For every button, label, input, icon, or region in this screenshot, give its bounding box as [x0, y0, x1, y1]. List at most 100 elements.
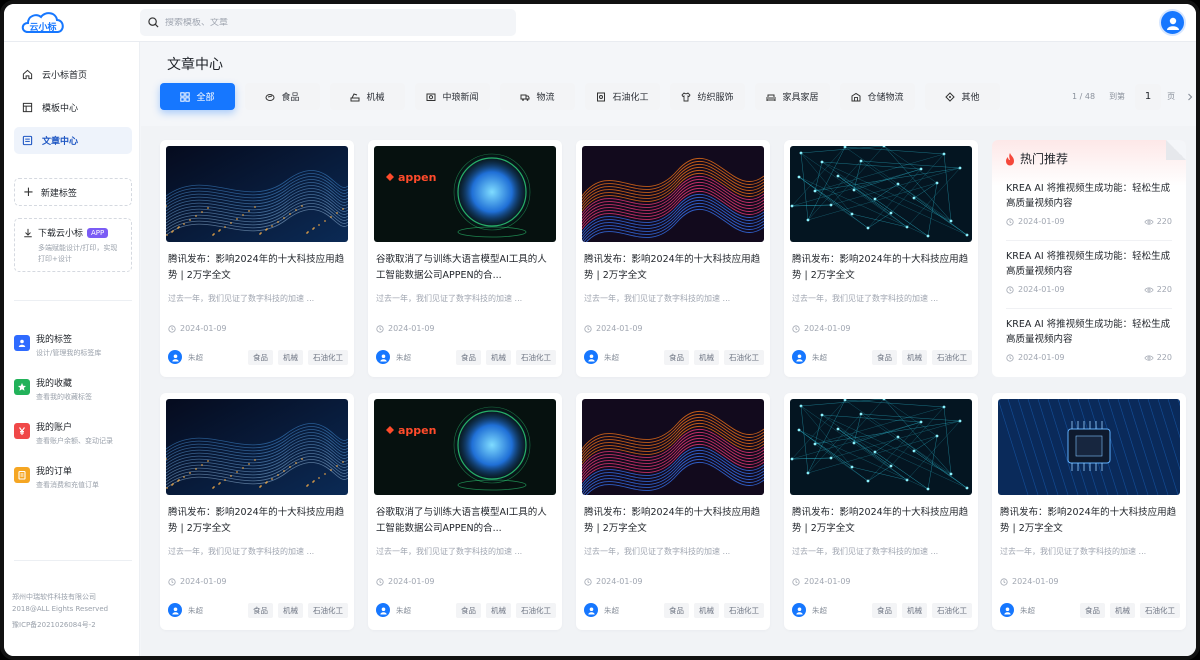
- article-tag[interactable]: 石油化工: [932, 603, 972, 618]
- user-avatar[interactable]: [1159, 9, 1186, 36]
- article-title[interactable]: 腾讯发布：影响2024年的十大科技应用趋势 | 2万字全文: [168, 505, 346, 537]
- article-tag[interactable]: 机械: [278, 350, 303, 365]
- article-tag[interactable]: 石油化工: [308, 603, 348, 618]
- article-card[interactable]: 腾讯发布：影响2024年的十大科技应用趋势 | 2万字全文 过去一年，我们见证了数…: [784, 140, 978, 377]
- article-title[interactable]: 谷歌取消了与训练大语言模型AI工具的人工智能数据公司APPEN的合...: [376, 252, 554, 284]
- article-tag[interactable]: 食品: [248, 350, 273, 365]
- article-tag[interactable]: 食品: [456, 603, 481, 618]
- article-tag[interactable]: 食品: [456, 350, 481, 365]
- link-my-labels[interactable]: 我的标签 设计/管理我的标签库: [14, 332, 132, 364]
- article-tag[interactable]: 食品: [248, 603, 273, 618]
- hot-item[interactable]: KREA AI 将推视频生成功能：轻松生成高质量视频内容 2024-01-09 …: [1006, 181, 1172, 241]
- article-thumbnail[interactable]: appen: [374, 146, 556, 242]
- article-tag[interactable]: 石油化工: [308, 350, 348, 365]
- article-tag[interactable]: 食品: [1080, 603, 1105, 618]
- article-author[interactable]: 朱超: [584, 350, 619, 364]
- tab-food[interactable]: 食品: [245, 83, 320, 110]
- link-my-favorites[interactable]: 我的收藏 查看我的收藏标签: [14, 376, 132, 408]
- article-thumbnail[interactable]: [790, 399, 972, 495]
- search-bar[interactable]: [140, 9, 516, 36]
- article-tag[interactable]: 石油化工: [724, 350, 764, 365]
- page-input[interactable]: [1135, 83, 1162, 110]
- clock-icon: [376, 577, 384, 586]
- article-date: 2024-01-09: [376, 577, 435, 586]
- article-tag[interactable]: 机械: [486, 603, 511, 618]
- link-my-orders[interactable]: 我的订单 查看消费和充值订单: [14, 464, 132, 496]
- tab-warehouse[interactable]: 仓储物流: [840, 83, 915, 110]
- article-card[interactable]: 腾讯发布：影响2024年的十大科技应用趋势 | 2万字全文 过去一年，我们见证了数…: [160, 140, 354, 377]
- article-tag[interactable]: 食品: [664, 350, 689, 365]
- article-thumbnail[interactable]: appen: [374, 399, 556, 495]
- article-title[interactable]: 腾讯发布：影响2024年的十大科技应用趋势 | 2万字全文: [584, 505, 762, 537]
- article-tag[interactable]: 食品: [872, 603, 897, 618]
- article-date: 2024-01-09: [792, 577, 851, 586]
- article-tag[interactable]: 石油化工: [516, 350, 556, 365]
- article-thumbnail[interactable]: [790, 146, 972, 242]
- article-title[interactable]: 腾讯发布：影响2024年的十大科技应用趋势 | 2万字全文: [792, 505, 970, 537]
- article-tag[interactable]: 机械: [902, 350, 927, 365]
- article-tag[interactable]: 食品: [664, 603, 689, 618]
- tab-other[interactable]: 其他: [925, 83, 1000, 110]
- app-window: 云小标 云小标首页 模板中心 文章中心 + 新建标签: [0, 0, 1200, 660]
- article-title[interactable]: 腾讯发布：影响2024年的十大科技应用趋势 | 2万字全文: [168, 252, 346, 284]
- brand-logo[interactable]: 云小标: [18, 8, 68, 38]
- article-card[interactable]: appen 谷歌取消了与训练大语言模型AI工具的人工智能数据公司APPEN的合..…: [368, 140, 562, 377]
- pagination: 1 / 48 到第 页: [1072, 83, 1195, 110]
- article-date-text: 2024-01-09: [388, 324, 435, 333]
- article-card[interactable]: 腾讯发布：影响2024年的十大科技应用趋势 | 2万字全文 过去一年，我们见证了数…: [160, 393, 354, 630]
- tab-all[interactable]: 全部: [160, 83, 235, 110]
- article-card[interactable]: appen 谷歌取消了与训练大语言模型AI工具的人工智能数据公司APPEN的合..…: [368, 393, 562, 630]
- search-input[interactable]: [165, 17, 495, 28]
- article-author[interactable]: 朱超: [376, 603, 411, 617]
- footer-icp[interactable]: 豫ICP备2021026084号-2: [12, 619, 108, 631]
- nav-articles[interactable]: 文章中心: [14, 127, 132, 154]
- article-author[interactable]: 朱超: [1000, 603, 1035, 617]
- article-title[interactable]: 腾讯发布：影响2024年的十大科技应用趋势 | 2万字全文: [584, 252, 762, 284]
- tab-news[interactable]: 中琅新闻: [415, 83, 490, 110]
- article-tag[interactable]: 石油化工: [516, 603, 556, 618]
- tab-logistics[interactable]: 物流: [500, 83, 575, 110]
- article-thumbnail[interactable]: [582, 146, 764, 242]
- article-tag[interactable]: 机械: [486, 350, 511, 365]
- tab-machinery[interactable]: 机械: [330, 83, 405, 110]
- article-author[interactable]: 朱超: [792, 603, 827, 617]
- article-tag[interactable]: 机械: [694, 603, 719, 618]
- article-tag[interactable]: 石油化工: [1140, 603, 1180, 618]
- article-tag[interactable]: 机械: [278, 603, 303, 618]
- article-tag[interactable]: 机械: [1110, 603, 1135, 618]
- article-card[interactable]: 腾讯发布：影响2024年的十大科技应用趋势 | 2万字全文 过去一年，我们见证了数…: [576, 140, 770, 377]
- article-card[interactable]: 腾讯发布：影响2024年的十大科技应用趋势 | 2万字全文 过去一年，我们见证了数…: [784, 393, 978, 630]
- article-tag[interactable]: 石油化工: [724, 603, 764, 618]
- new-tag-button[interactable]: + 新建标签: [14, 178, 132, 206]
- article-thumbnail[interactable]: [166, 146, 348, 242]
- author-name: 朱超: [812, 605, 827, 615]
- link-my-account[interactable]: 我的账户 查看账户余额、变动记录: [14, 420, 132, 452]
- article-tag[interactable]: 食品: [872, 350, 897, 365]
- download-app-card[interactable]: 下载云小标 APP 多端赋能设计/打印，实现打印+设计: [14, 218, 132, 272]
- article-author[interactable]: 朱超: [584, 603, 619, 617]
- article-author[interactable]: 朱超: [792, 350, 827, 364]
- tab-petrochemical[interactable]: 石油化工: [585, 83, 660, 110]
- article-title[interactable]: 腾讯发布：影响2024年的十大科技应用趋势 | 2万字全文: [792, 252, 970, 284]
- nav-home[interactable]: 云小标首页: [14, 61, 132, 88]
- chevron-right-icon[interactable]: [1185, 92, 1195, 102]
- article-title[interactable]: 谷歌取消了与训练大语言模型AI工具的人工智能数据公司APPEN的合...: [376, 505, 554, 537]
- article-card[interactable]: 腾讯发布：影响2024年的十大科技应用趋势 | 2万字全文 过去一年，我们见证了数…: [576, 393, 770, 630]
- article-thumbnail[interactable]: [582, 399, 764, 495]
- article-author[interactable]: 朱超: [168, 603, 203, 617]
- article-author[interactable]: 朱超: [168, 350, 203, 364]
- article-thumbnail[interactable]: [166, 399, 348, 495]
- nav-templates[interactable]: 模板中心: [14, 94, 132, 121]
- top-bar: 云小标: [4, 4, 1196, 42]
- article-tag[interactable]: 石油化工: [932, 350, 972, 365]
- tab-furniture[interactable]: 家具家居: [755, 83, 830, 110]
- article-title[interactable]: 腾讯发布：影响2024年的十大科技应用趋势 | 2万字全文: [1000, 505, 1178, 537]
- article-author[interactable]: 朱超: [376, 350, 411, 364]
- hot-item[interactable]: KREA AI 将推视频生成功能：轻松生成高质量视频内容 2024-01-09 …: [1006, 317, 1172, 377]
- article-tag[interactable]: 机械: [694, 350, 719, 365]
- tab-textile[interactable]: 纺织服饰: [670, 83, 745, 110]
- article-thumbnail[interactable]: [998, 399, 1180, 495]
- hot-item[interactable]: KREA AI 将推视频生成功能：轻松生成高质量视频内容 2024-01-09 …: [1006, 249, 1172, 309]
- article-tag[interactable]: 机械: [902, 603, 927, 618]
- article-card[interactable]: 腾讯发布：影响2024年的十大科技应用趋势 | 2万字全文 过去一年，我们见证了数…: [992, 393, 1186, 630]
